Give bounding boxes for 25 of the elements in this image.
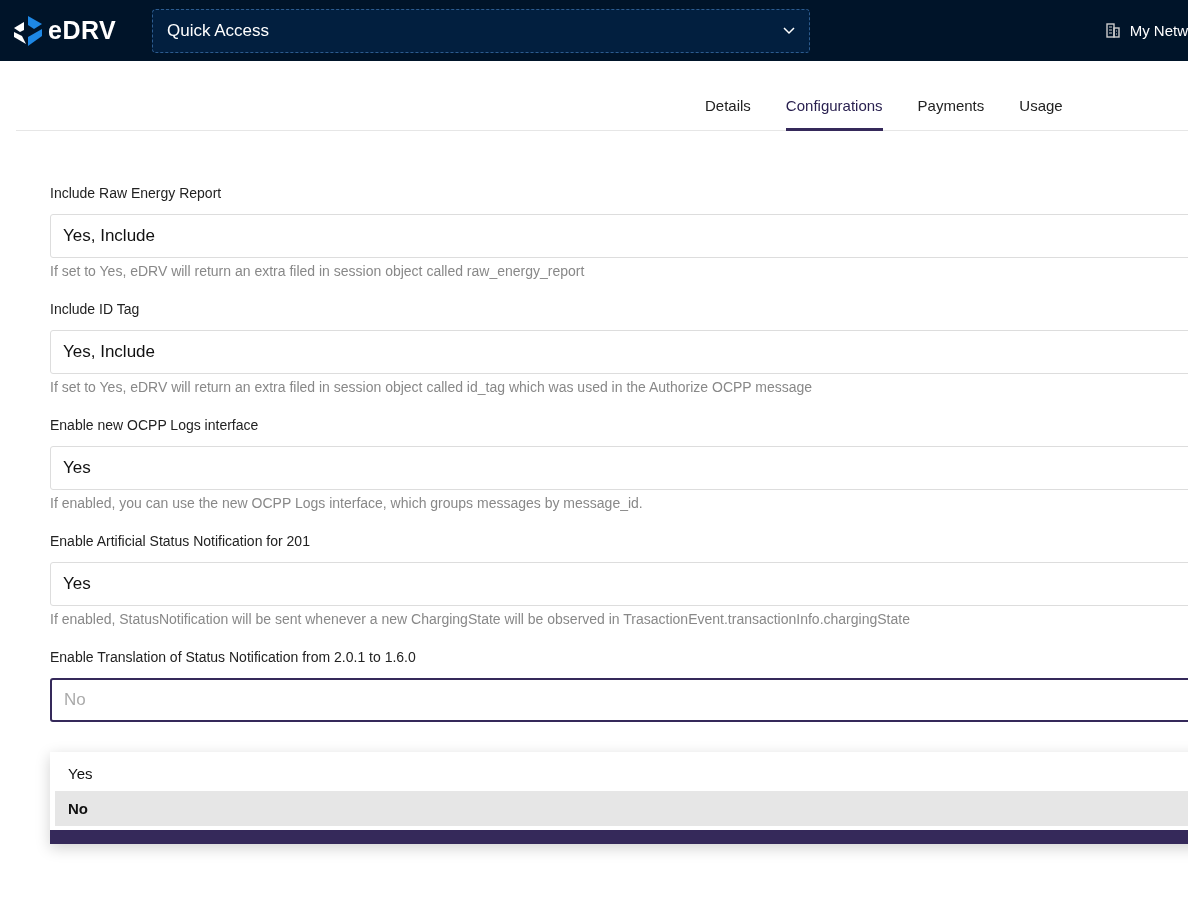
tab[interactable]: Usage bbox=[1019, 97, 1063, 131]
building-icon bbox=[1105, 23, 1120, 38]
tab[interactable]: Payments bbox=[917, 97, 985, 131]
network-menu[interactable]: My Netw bbox=[1105, 22, 1188, 39]
field-hint: If enabled, StatusNotification will be sent whenever a new ChargingState will be observed in TrasactionEvent.transactionInfo.chargingState bbox=[50, 611, 911, 627]
dropdown-option[interactable]: No bbox=[55, 791, 1188, 826]
select-field[interactable]: Yes bbox=[50, 562, 1188, 606]
select-field[interactable]: No bbox=[50, 678, 1188, 722]
field-label: Enable Artificial Status Notification for 201 bbox=[50, 533, 311, 549]
select-field[interactable]: Yes bbox=[50, 446, 1188, 490]
field-label: Enable new OCPP Logs interface bbox=[50, 417, 260, 433]
select-field[interactable]: Yes, Include bbox=[50, 330, 1188, 374]
field-hint: If set to Yes, eDRV will return an extra filed in session object called id_tag which was used in the Authorize OCPP message bbox=[50, 379, 814, 395]
tab[interactable]: Details bbox=[705, 97, 751, 131]
field-hint: If set to Yes, eDRV will return an extra filed in session object called raw_energy_report bbox=[50, 263, 586, 279]
tab[interactable]: Configurations bbox=[785, 97, 883, 131]
field-label: Include Raw Energy Report bbox=[50, 185, 223, 201]
field-label: Enable Translation of Status Notification from 2.0.1 to 1.6.0 bbox=[50, 649, 417, 665]
select-field[interactable]: Yes, Include bbox=[50, 214, 1188, 258]
field-label: Include ID Tag bbox=[50, 301, 141, 317]
quick-access-dropdown[interactable]: Quick Access bbox=[152, 8, 810, 53]
logo-icon bbox=[14, 15, 42, 46]
field-hint: If enabled, you can use the new OCPP Logs interface, which groups messages by message_id. bbox=[50, 495, 644, 511]
chevron-down-icon bbox=[783, 26, 795, 35]
brand-name: eDRV bbox=[48, 16, 117, 45]
